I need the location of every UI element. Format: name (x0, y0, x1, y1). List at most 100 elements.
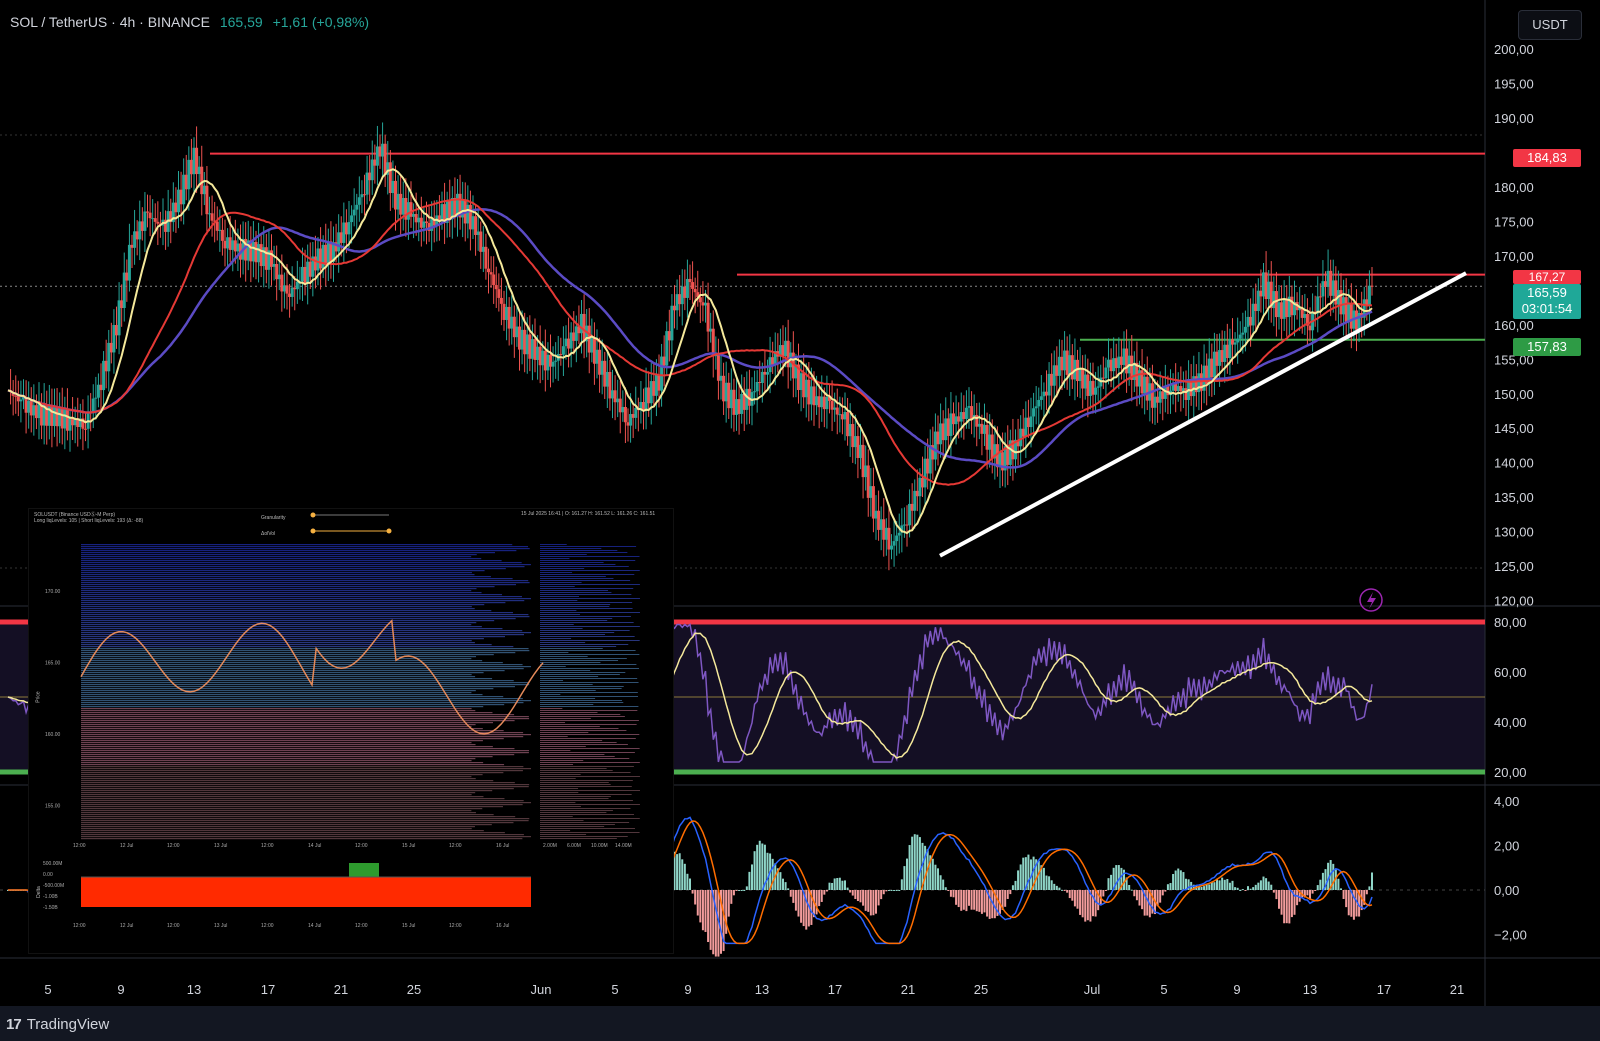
candle-body (1282, 299, 1286, 319)
macd-bar (844, 880, 846, 890)
candle-body (1065, 350, 1069, 375)
macd-bar (1094, 890, 1097, 917)
rsi-axis-tick: 60,00 (1494, 665, 1527, 680)
macd-bar (1226, 879, 1229, 890)
candle-body (1029, 416, 1033, 428)
candle-body (344, 222, 348, 235)
volume-profile-bar (540, 800, 633, 801)
liquidation-band (81, 698, 523, 700)
candle-body (884, 527, 888, 540)
macd-bar (789, 890, 792, 897)
tradingview-logo[interactable]: 17 TradingView (6, 1016, 109, 1033)
candle-body (34, 405, 38, 419)
candle-body (660, 356, 664, 391)
candle-body (820, 396, 824, 408)
candle-body (763, 371, 767, 375)
candle-body (654, 374, 658, 396)
candle-body (595, 349, 599, 364)
macd-axis-tick: −2,00 (1494, 928, 1527, 943)
candle-body (112, 325, 116, 353)
candle-body (561, 346, 565, 355)
currency-unit-button[interactable]: USDT (1518, 10, 1582, 40)
volume-profile-bar (540, 812, 607, 813)
inset-ohlc: 15 Jul 2025 16:41 | O: 161.27 H: 161.52 … (521, 511, 656, 517)
liquidation-band (81, 812, 476, 814)
macd-bar (761, 843, 764, 890)
macd-bar (1234, 887, 1237, 890)
solvol-slider-handle-max (386, 528, 392, 534)
candle-body (1096, 386, 1100, 388)
macd-bar (1179, 870, 1182, 890)
liquidation-band (81, 730, 504, 732)
macd-bar (1231, 880, 1234, 890)
liquidation-band (81, 696, 504, 698)
candle-body (409, 202, 413, 217)
volume-profile-bar (540, 568, 585, 569)
price-axis-tick: 170,00 (1494, 249, 1534, 264)
candle-body (497, 289, 501, 298)
macd-bar (854, 890, 857, 899)
liquidation-band (81, 808, 483, 810)
candle-body (55, 406, 59, 427)
candle-body (363, 194, 366, 196)
candle-body (394, 180, 397, 210)
macd-bar (1014, 880, 1017, 890)
volume-profile-bar (540, 732, 589, 733)
candle-body (153, 218, 157, 222)
candle-body (737, 399, 741, 414)
volume-profile-bar (540, 664, 637, 665)
macd-bar (911, 836, 914, 890)
tradingview-mark-icon: 17 (6, 1016, 22, 1033)
resistance-high-tag: 184,83 (1513, 149, 1581, 167)
candle-body (582, 313, 586, 342)
candle-body (835, 407, 839, 415)
liquidation-band (81, 572, 472, 574)
candle-body (1223, 344, 1227, 362)
candle-body (479, 231, 483, 252)
volume-profile-bar (540, 754, 605, 755)
liquidation-band (81, 838, 523, 840)
liquidation-band (81, 776, 472, 778)
macd-bar (727, 890, 730, 917)
liquidation-band (81, 676, 476, 678)
liquidation-band (81, 620, 495, 622)
volume-profile-bar (540, 762, 640, 763)
volume-profile-bar (540, 552, 628, 553)
candle-body (910, 503, 914, 511)
macd-bar (849, 890, 852, 893)
macd-bar (872, 890, 875, 916)
liquidation-band (81, 674, 472, 676)
inset-delta-tick: -1.50B (43, 905, 58, 911)
macd-bar (851, 890, 854, 896)
candle-body (484, 246, 488, 269)
support-tag: 157,83 (1513, 338, 1581, 356)
macd-bar (1058, 887, 1061, 890)
candle-body (1176, 386, 1180, 391)
inset-time-tick: 12:00 (355, 843, 368, 849)
candle-body (1326, 270, 1330, 287)
candle-body (1277, 302, 1281, 318)
candle-body (365, 172, 369, 195)
liquidation-band (81, 786, 529, 788)
volume-profile-bar (540, 586, 575, 587)
price-change: +1,61 (+0,98%) (272, 14, 370, 30)
candle-body (949, 413, 953, 436)
candle-body (474, 216, 478, 235)
volume-profile-bar (540, 698, 596, 699)
macd-bar (1182, 872, 1185, 890)
volume-profile-bar (540, 758, 630, 759)
rsi-axis-tick: 80,00 (1494, 615, 1527, 630)
candle-body (210, 213, 214, 221)
candle-body (616, 398, 620, 403)
candle-body (1370, 285, 1374, 287)
liquidation-band (81, 568, 506, 570)
candle-body (1259, 290, 1263, 297)
macd-bar (1048, 876, 1051, 890)
candle-body (1272, 291, 1276, 309)
candle-body (326, 241, 330, 266)
time-axis-tick: 5 (1160, 982, 1167, 997)
candle-body (611, 390, 614, 399)
candle-body (378, 146, 382, 157)
candle-body (471, 216, 475, 230)
candle-body (1037, 399, 1041, 407)
